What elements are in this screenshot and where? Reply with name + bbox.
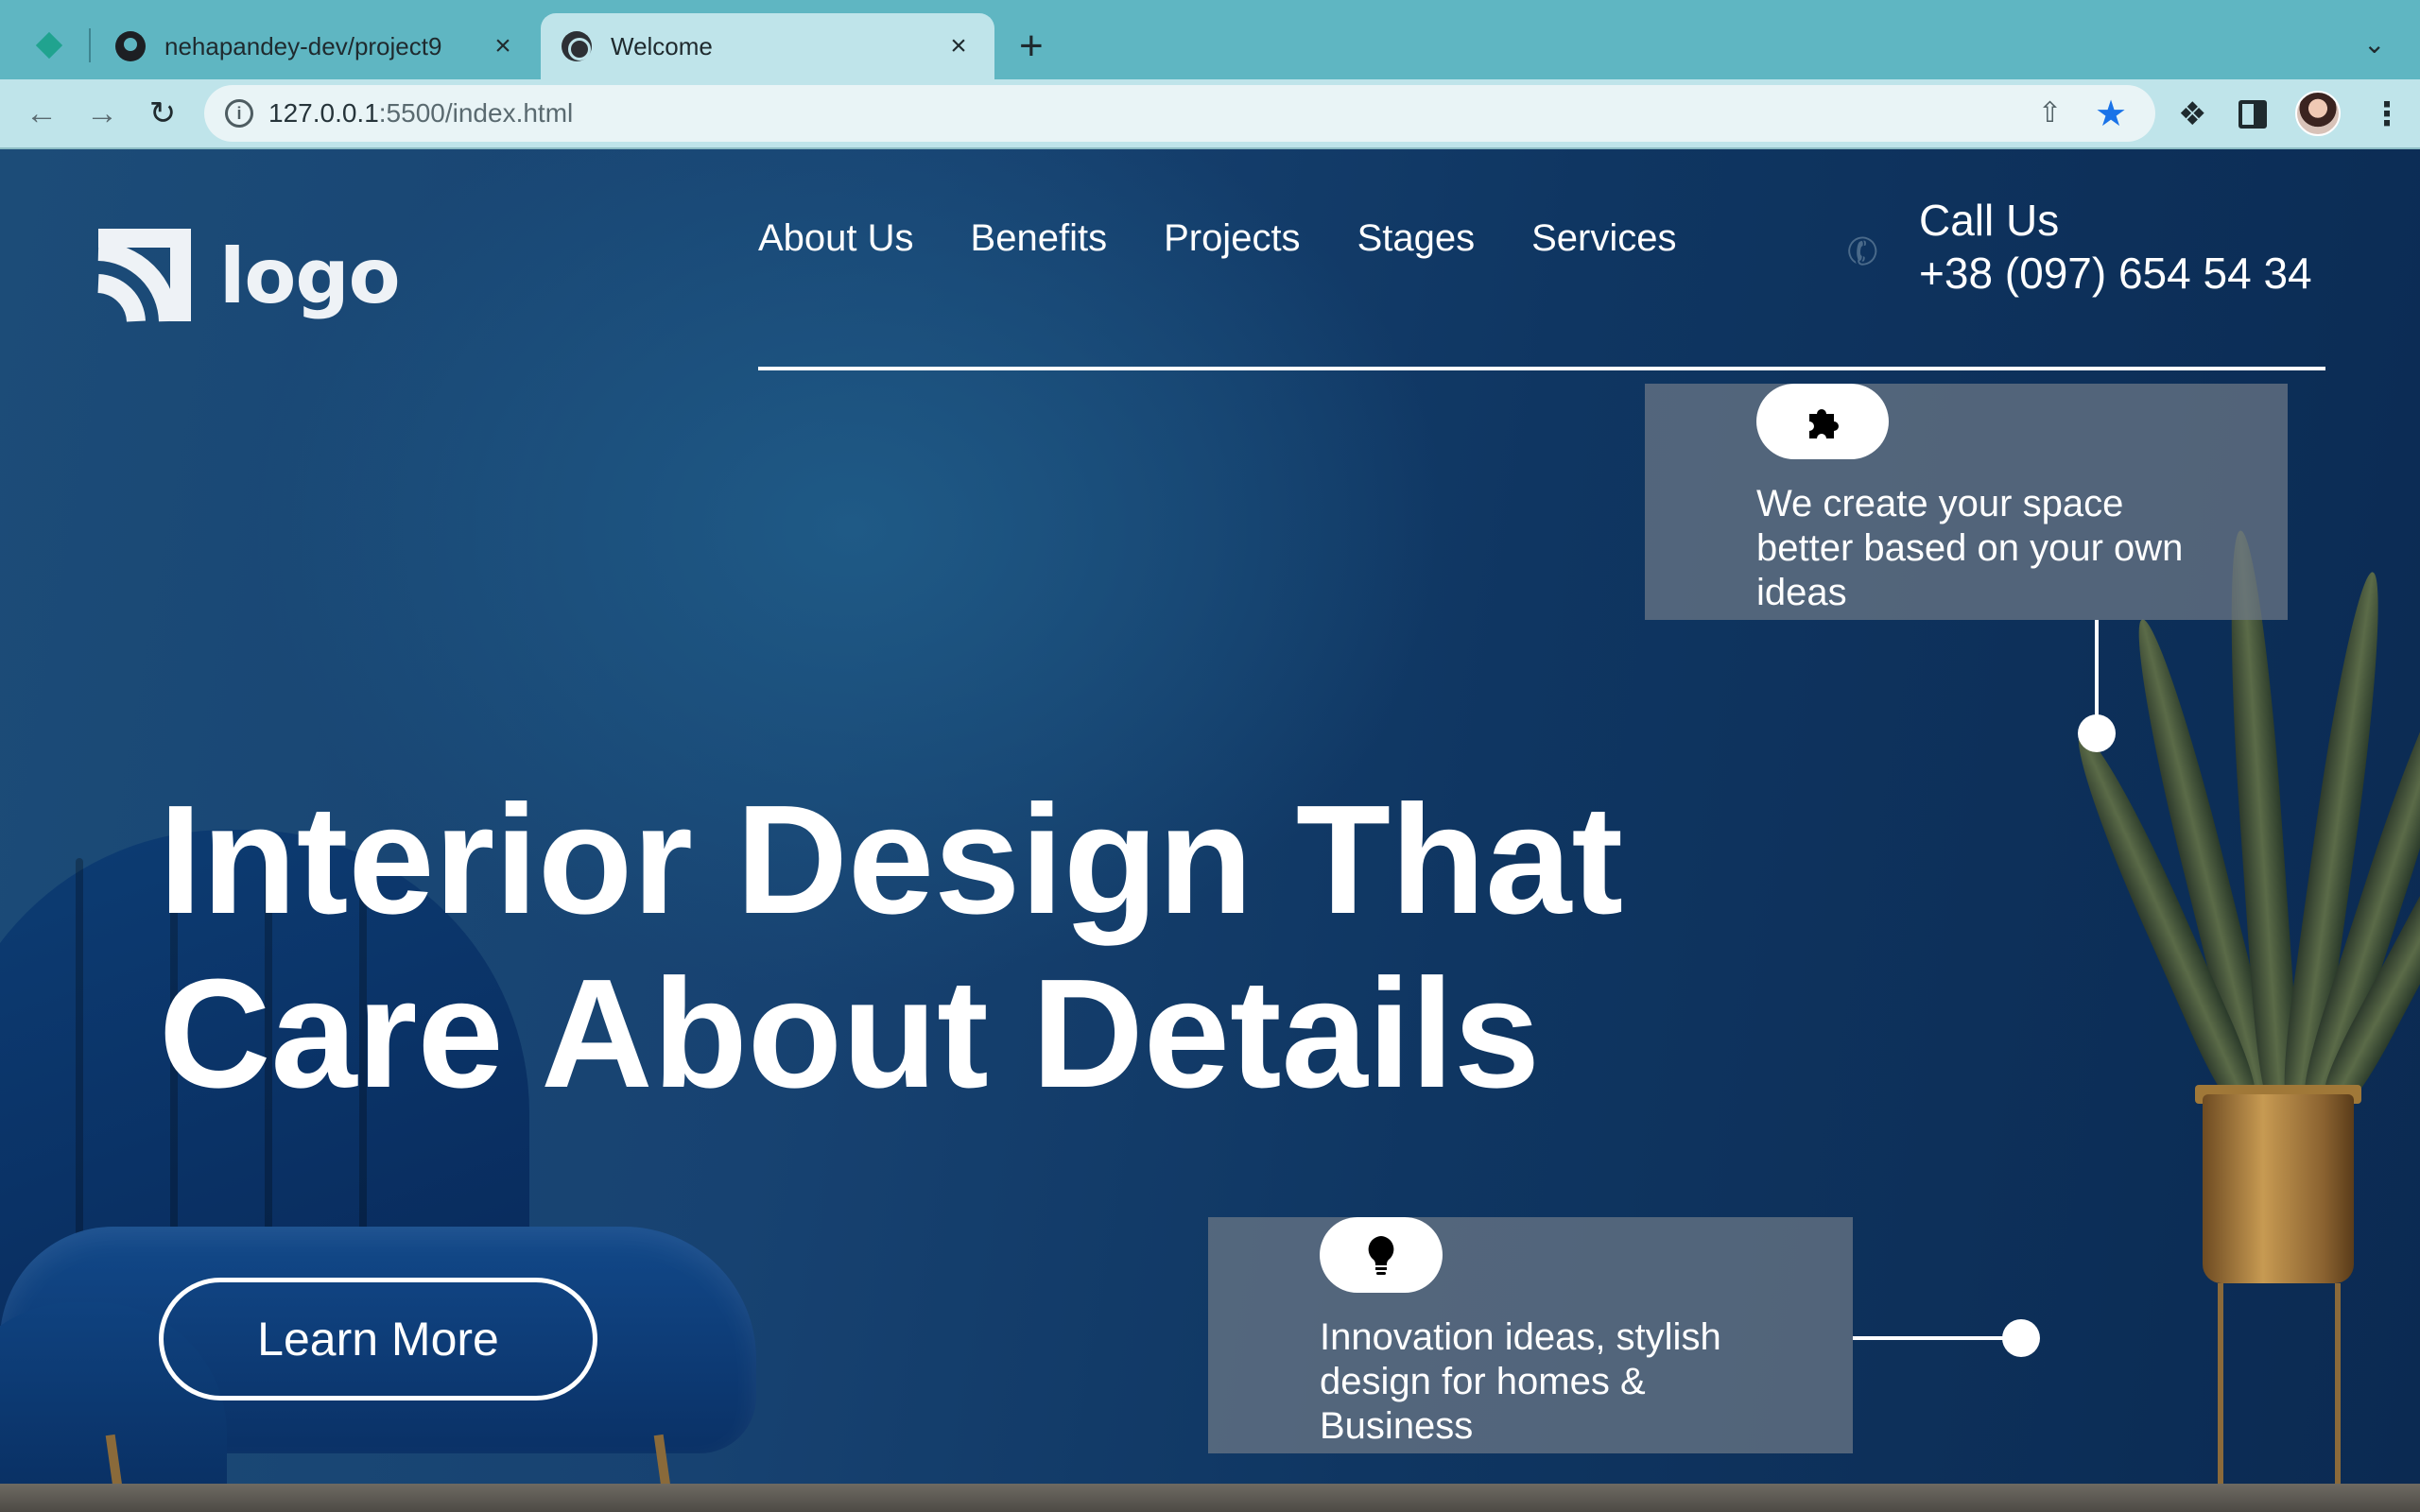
back-arrow-icon[interactable]: ← [21, 93, 62, 134]
address-bar[interactable]: i 127.0.0.1:5500/index.html ⇧ ★ [204, 85, 2155, 142]
nav-benefits[interactable]: Benefits [971, 217, 1108, 260]
main-nav: About Us Benefits Projects Stages Servic… [758, 217, 1676, 260]
tab-github-project[interactable]: nehapandey-dev/project9 × [95, 13, 539, 79]
connector-dot [2078, 714, 2116, 752]
connector-line [1853, 1336, 2023, 1340]
feature-card-innovation: Innovation ideas, stylish design for hom… [1208, 1217, 1853, 1453]
logo-text: logo [219, 232, 401, 320]
url-path: :5500/index.html [378, 98, 574, 128]
kebab-menu-icon[interactable]: ⋮ [2371, 96, 2403, 132]
header-divider [758, 367, 2325, 370]
feature-card-ideas: We create your space better based on you… [1645, 384, 2288, 620]
hero-line-2: Care About Details [159, 947, 1541, 1120]
hero-line-1: Interior Design That [159, 773, 1624, 946]
extension-diamond-icon[interactable] [35, 31, 63, 60]
potted-plant-image [2062, 508, 2420, 1512]
nav-stages[interactable]: Stages [1357, 217, 1476, 260]
hero-heading: Interior Design That Care About Details [159, 773, 1671, 1121]
forward-arrow-icon[interactable]: → [81, 93, 123, 134]
url-host: 127.0.0.1 [268, 98, 379, 128]
phone-icon: ✆ [1841, 227, 1886, 278]
tab-divider [89, 28, 91, 62]
feature-text: Innovation ideas, stylish design for hom… [1320, 1316, 1721, 1447]
globe-icon [562, 31, 592, 61]
nav-about-us[interactable]: About Us [758, 217, 914, 260]
nav-services[interactable]: Services [1531, 217, 1676, 260]
close-tab-icon[interactable]: × [488, 30, 518, 62]
tab-welcome[interactable]: Welcome × [541, 13, 994, 79]
page-viewport: logo About Us Benefits Projects Stages S… [0, 149, 2420, 1512]
tab-title: Welcome [611, 31, 713, 60]
logo-mark-icon [96, 229, 191, 323]
nav-projects[interactable]: Projects [1164, 217, 1301, 260]
browser-toolbar: ← → ↻ i 127.0.0.1:5500/index.html ⇧ ★ ❖ … [0, 79, 2420, 149]
github-icon [115, 31, 146, 61]
new-tab-button[interactable]: + [1019, 23, 1044, 70]
site-logo[interactable]: logo [93, 223, 401, 327]
site-info-icon[interactable]: i [225, 99, 253, 128]
close-tab-icon[interactable]: × [943, 30, 974, 62]
puzzle-icon [1756, 384, 1889, 459]
tab-search-chevron-icon[interactable]: ⌄ [2363, 28, 2385, 60]
lightbulb-icon [1320, 1217, 1443, 1293]
phone-number[interactable]: +38 (097) 654 54 34 [1919, 248, 2312, 299]
browser-tab-strip: nehapandey-dev/project9 × Welcome × + ⌄ [0, 0, 2420, 79]
call-us-label: Call Us [1919, 196, 2060, 245]
learn-more-button[interactable]: Learn More [159, 1278, 597, 1400]
connector-dot [2002, 1319, 2040, 1357]
feature-text: We create your space better based on you… [1756, 483, 2184, 613]
bookmark-star-icon[interactable]: ★ [2095, 93, 2127, 135]
share-icon[interactable]: ⇧ [2038, 96, 2062, 129]
profile-avatar[interactable] [2295, 91, 2341, 136]
tab-title: nehapandey-dev/project9 [164, 31, 442, 60]
url-text[interactable]: 127.0.0.1:5500/index.html [268, 98, 573, 129]
floor [0, 1484, 2420, 1512]
reload-icon[interactable]: ↻ [142, 93, 183, 134]
extensions-puzzle-icon[interactable]: ❖ [2178, 96, 2206, 132]
side-panel-icon[interactable] [2238, 100, 2267, 129]
